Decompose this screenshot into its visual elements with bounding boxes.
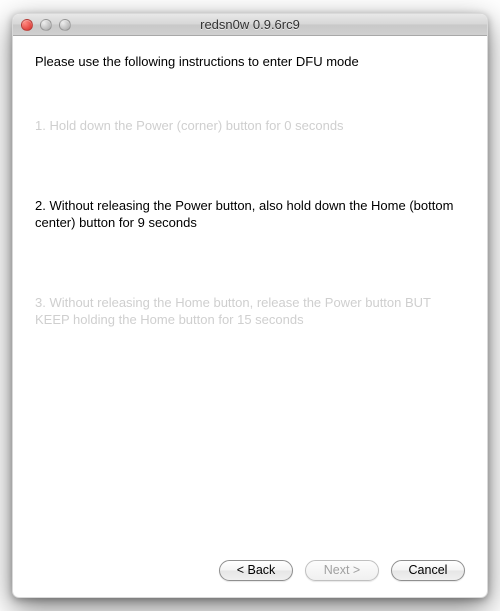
spacer [35,391,465,550]
cancel-button[interactable]: Cancel [391,560,465,581]
instruction-heading: Please use the following instructions to… [35,54,465,69]
titlebar[interactable]: redsn0w 0.9.6rc9 [13,14,487,36]
app-window: redsn0w 0.9.6rc9 Please use the followin… [12,13,488,598]
dfu-step-2: 2. Without releasing the Power button, a… [35,197,465,232]
zoom-icon[interactable] [59,19,71,31]
traffic-lights [13,19,71,31]
close-icon[interactable] [21,19,33,31]
minimize-icon[interactable] [40,19,52,31]
dfu-step-3: 3. Without releasing the Home button, re… [35,294,465,329]
dfu-step-1: 1. Hold down the Power (corner) button f… [35,117,465,135]
next-button: Next > [305,560,379,581]
wizard-buttons: < Back Next > Cancel [35,550,465,583]
back-button[interactable]: < Back [219,560,293,581]
window-title: redsn0w 0.9.6rc9 [13,17,487,32]
content-area: Please use the following instructions to… [13,36,487,597]
